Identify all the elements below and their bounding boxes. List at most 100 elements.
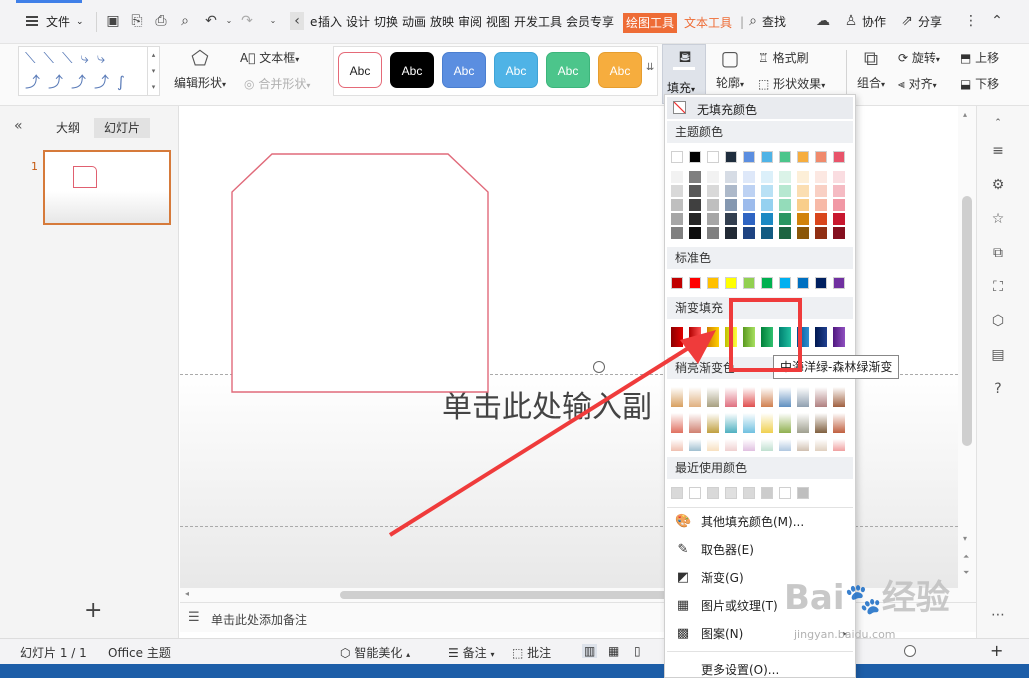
theme-shade-swatch[interactable] <box>725 199 737 211</box>
theme-shade-swatch[interactable] <box>779 171 791 183</box>
theme-shade-swatch[interactable] <box>707 171 719 183</box>
line-shape-row-2[interactable]: ⤴⤴⤴⤴∫ <box>25 71 133 92</box>
share-icon[interactable]: ⇗ <box>898 12 916 30</box>
theme-shade-swatch[interactable] <box>779 199 791 211</box>
line-shapes-gallery[interactable]: ⟍⟍⟍⤷⤷ ⤴⤴⤴⤴∫ ▴ ▾ ▾ <box>18 46 160 96</box>
scroll-up-icon[interactable]: ▴ <box>963 110 967 119</box>
light-gradient-swatch[interactable] <box>797 387 809 407</box>
theme-color-swatch[interactable] <box>797 151 809 163</box>
theme-shade-swatch[interactable] <box>743 185 755 197</box>
theme-color-swatch[interactable] <box>671 151 683 163</box>
notes-placeholder[interactable]: 单击此处添加备注 <box>211 611 307 628</box>
theme-shade-swatch[interactable] <box>707 227 719 239</box>
recent-color-swatch[interactable] <box>743 487 755 499</box>
notes-toggle-button[interactable]: ☰ 备注 ▾ <box>448 644 494 661</box>
light-gradient-swatch[interactable] <box>815 413 827 433</box>
theme-shade-swatch[interactable] <box>761 213 773 225</box>
theme-shade-swatch[interactable] <box>725 185 737 197</box>
cloud-sync-icon[interactable]: ☁ <box>814 12 832 30</box>
gradient-swatch[interactable] <box>833 327 845 347</box>
standard-color-swatch[interactable] <box>689 277 701 289</box>
theme-color-swatch[interactable] <box>815 151 827 163</box>
theme-shade-swatch[interactable] <box>797 199 809 211</box>
animation-icon[interactable]: ☆ <box>989 210 1007 228</box>
more-icon[interactable]: ⋯ <box>989 606 1007 624</box>
standard-color-swatch[interactable] <box>779 277 791 289</box>
transition-icon[interactable]: ⧉ <box>989 244 1007 262</box>
reading-view-icon[interactable]: ▯ <box>634 644 641 658</box>
standard-color-swatch[interactable] <box>815 277 827 289</box>
collapse-panel-icon[interactable]: « <box>14 118 23 134</box>
backup-icon[interactable]: ⬡ <box>989 312 1007 330</box>
vertical-scroll-thumb[interactable] <box>962 196 972 446</box>
theme-shade-swatch[interactable] <box>833 171 845 183</box>
theme-shade-swatch[interactable] <box>833 213 845 225</box>
light-gradient-swatch[interactable] <box>797 439 809 451</box>
tab-1[interactable]: 设计 <box>346 13 370 31</box>
tab-insert-partial[interactable]: e <box>310 13 317 31</box>
group-button[interactable]: ⧉ 组合▾ <box>852 46 890 91</box>
scroll-left-icon[interactable]: ◂ <box>185 589 189 598</box>
gradient-swatch[interactable] <box>815 327 827 347</box>
theme-color-swatch[interactable] <box>725 151 737 163</box>
theme-shade-swatch[interactable] <box>689 185 701 197</box>
normal-view-icon[interactable]: ▥ <box>582 644 598 658</box>
collaborate-icon[interactable]: ♙ <box>842 12 860 30</box>
theme-shade-swatch[interactable] <box>707 199 719 211</box>
theme-shade-swatch[interactable] <box>707 213 719 225</box>
theme-shade-swatch[interactable] <box>725 227 737 239</box>
theme-shade-swatch[interactable] <box>743 171 755 183</box>
line-shape-row-1[interactable]: ⟍⟍⟍⤷⤷ <box>25 49 113 67</box>
search-icon[interactable]: ⌕ <box>744 12 762 30</box>
bring-forward-button[interactable]: ⬒ 上移 <box>960 49 999 66</box>
theme-shade-swatch[interactable] <box>689 171 701 183</box>
standard-color-swatch[interactable] <box>725 277 737 289</box>
theme-color-swatch[interactable] <box>833 151 845 163</box>
theme-shade-swatch[interactable] <box>815 185 827 197</box>
theme-shade-swatch[interactable] <box>815 213 827 225</box>
theme-shade-swatch[interactable] <box>671 213 683 225</box>
theme-shade-swatch[interactable] <box>761 199 773 211</box>
shape-style-1[interactable]: Abc <box>338 52 382 88</box>
tab-outline[interactable]: 大纲 <box>46 118 90 138</box>
standard-color-swatch[interactable] <box>743 277 755 289</box>
more-chevron-icon[interactable]: ⌄ <box>264 12 282 30</box>
send-backward-button[interactable]: ⬓ 下移 <box>960 75 999 92</box>
theme-shade-swatch[interactable] <box>743 227 755 239</box>
chevron-up-icon[interactable]: ⌃ <box>989 114 1007 132</box>
shape-style-5[interactable]: Abc <box>546 52 590 88</box>
theme-shade-swatch[interactable] <box>725 171 737 183</box>
outline-button[interactable]: ▢ 轮廓▾ <box>712 46 748 91</box>
more-options-icon[interactable]: ⋮ <box>962 12 980 30</box>
help-icon[interactable]: ? <box>989 380 1007 398</box>
scroll-down-icon[interactable]: ▾ <box>963 534 967 543</box>
light-gradient-swatch[interactable] <box>743 387 755 407</box>
theme-shade-swatch[interactable] <box>707 185 719 197</box>
theme-shade-swatch[interactable] <box>671 199 683 211</box>
shape-style-4[interactable]: Abc <box>494 52 538 88</box>
theme-shade-swatch[interactable] <box>743 199 755 211</box>
tab-2[interactable]: 切换 <box>374 13 398 31</box>
undo-chevron-icon[interactable]: ⌄ <box>220 12 238 30</box>
tabs-scroll-left-icon[interactable]: ‹ <box>290 12 304 30</box>
property-icon[interactable]: ≡ <box>989 142 1007 160</box>
theme-shade-swatch[interactable] <box>761 171 773 183</box>
theme-color-swatch[interactable] <box>707 151 719 163</box>
book-icon[interactable]: ▤ <box>989 346 1007 364</box>
tab-text-tools[interactable]: 文本工具 <box>684 13 732 33</box>
recent-color-swatch[interactable] <box>779 487 791 499</box>
add-slide-icon[interactable]: + <box>84 600 102 622</box>
tab-slides[interactable]: 幻灯片 <box>94 118 151 138</box>
hamburger-menu-icon[interactable] <box>26 16 38 26</box>
theme-shade-swatch[interactable] <box>725 213 737 225</box>
theme-shade-swatch[interactable] <box>761 185 773 197</box>
settings-sliders-icon[interactable]: ⚙ <box>989 176 1007 194</box>
shape-style-2[interactable]: Abc <box>390 52 434 88</box>
theme-shade-swatch[interactable] <box>671 185 683 197</box>
light-gradient-swatch[interactable] <box>833 439 845 451</box>
styles-more-icon[interactable]: ⇊ <box>646 62 654 73</box>
theme-shade-swatch[interactable] <box>797 185 809 197</box>
search-button[interactable]: 查找 <box>762 13 786 31</box>
theme-shade-swatch[interactable] <box>761 227 773 239</box>
smart-beautify-button[interactable]: ⬡ 智能美化 ▴ <box>340 644 410 661</box>
